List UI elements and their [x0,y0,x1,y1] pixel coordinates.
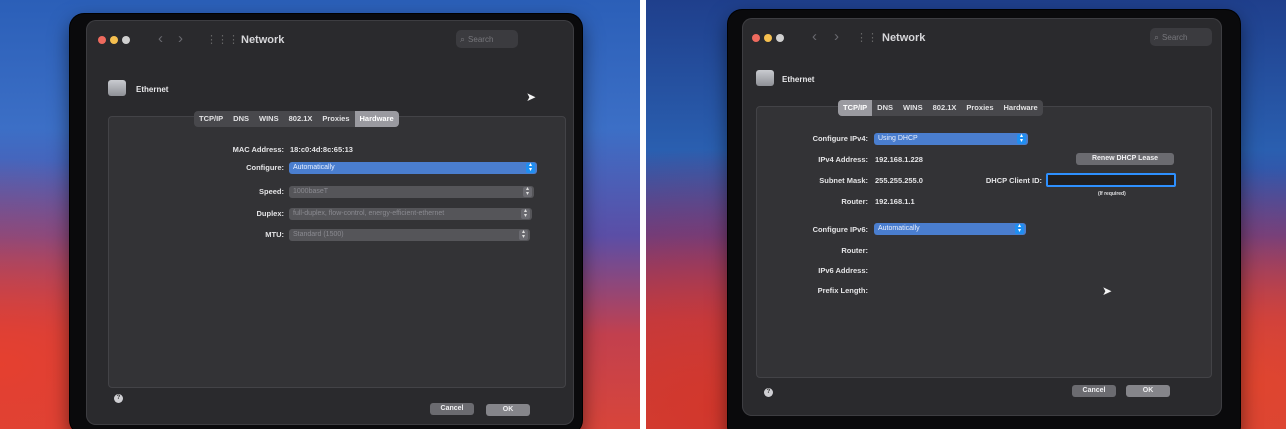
search-field[interactable]: ⌕ Search [456,30,518,48]
speed-select[interactable]: 1000baseT ▴ ▾ [289,186,534,198]
mac-address-label: MAC Address: [232,145,284,154]
duplex-value: full-duplex, flow-control, energy-effici… [293,210,445,217]
configure-label: Configure: [246,163,284,172]
tab-bar: TCP/IP DNS WINS 802.1X Proxies Hardware [838,100,1043,116]
router-label: Router: [841,197,868,206]
speed-value: 1000baseT [293,188,329,195]
settings-panel [756,106,1212,378]
mouse-pointer-icon: ➤ [1102,284,1113,298]
tab-hardware[interactable]: Hardware [999,100,1043,116]
tab-dns[interactable]: DNS [872,100,898,116]
tab-proxies[interactable]: Proxies [317,111,354,127]
back-arrow-icon[interactable]: ‹ [158,30,163,47]
search-placeholder: Search [468,35,494,44]
chevron-updown-icon: ▴ ▾ [526,162,535,173]
tab-tcpip[interactable]: TCP/IP [194,111,228,127]
zoom-window-button[interactable] [122,36,130,44]
right-photo: ‹ › ⋮⋮⋮ Network ⌕ Search Ethernet TCP/IP … [646,0,1286,429]
subnet-mask-label: Subnet Mask: [819,176,868,185]
speed-label: Speed: [258,187,284,196]
forward-arrow-icon[interactable]: › [178,30,183,47]
cancel-button[interactable]: Cancel [1072,385,1116,397]
chevron-updown-icon: ▴ ▾ [1017,133,1026,144]
titlebar: ‹ › ⋮⋮⋮ Network ⌕ Search [86,20,574,64]
chevron-updown-icon: ▴ ▾ [1015,223,1024,234]
duplex-select[interactable]: full-duplex, flow-control, energy-effici… [289,208,532,220]
titlebar: ‹ › ⋮⋮⋮ Network ⌕ Search [742,18,1222,62]
configure-ipv4-value: Using DHCP [878,135,918,142]
configure-ipv4-label: Configure IPv4: [812,134,868,143]
ethernet-icon [108,80,126,96]
tab-wins[interactable]: WINS [898,100,928,116]
tab-tcpip[interactable]: TCP/IP [838,100,873,116]
tab-8021x[interactable]: 802.1X [284,111,318,127]
configure-value: Automatically [293,164,335,171]
router-value: 192.168.1.1 [875,197,915,206]
search-icon: ⌕ [460,34,466,44]
configure-select[interactable]: Automatically ▴ ▾ [289,162,537,174]
minimize-window-button[interactable] [110,36,118,44]
mtu-select[interactable]: Standard (1500) ▴ ▾ [289,229,530,241]
show-all-grid-icon[interactable]: ⋮⋮⋮ [856,33,889,44]
help-button[interactable]: ? [114,394,123,403]
renew-dhcp-lease-button[interactable]: Renew DHCP Lease [1076,153,1174,165]
close-window-button[interactable] [752,34,760,42]
chevron-updown-icon: ▴ ▾ [521,208,530,219]
mouse-pointer-icon: ➤ [526,90,537,104]
prefix-length-label: Prefix Length: [817,286,868,295]
dhcp-client-id-field[interactable] [1046,173,1176,187]
configure-ipv6-value: Automatically [878,225,920,232]
show-all-grid-icon[interactable]: ⋮⋮⋮ [206,35,239,46]
zoom-window-button[interactable] [776,34,784,42]
search-field[interactable]: ⌕ Search [1150,28,1212,46]
mtu-label: MTU: [265,230,284,239]
chevron-updown-icon: ▴ ▾ [519,229,528,240]
ok-button[interactable]: OK [486,404,530,416]
help-button[interactable]: ? [764,388,773,397]
left-photo: ‹ › ⋮⋮⋮ Network ⌕ Search Ethernet ➤ TCP/I… [0,0,640,429]
tab-dns[interactable]: DNS [228,111,254,127]
back-arrow-icon[interactable]: ‹ [812,28,817,45]
cancel-button[interactable]: Cancel [430,403,474,415]
ok-button[interactable]: OK [1126,385,1170,397]
configure-ipv6-select[interactable]: Automatically ▴ ▾ [874,223,1026,235]
tab-bar: TCP/IP DNS WINS 802.1X Proxies Hardware [194,111,399,127]
window-title: Network [882,32,926,44]
configure-ipv4-select[interactable]: Using DHCP ▴ ▾ [874,133,1028,145]
if-required-hint: (If required) [1098,191,1126,197]
dhcp-client-id-label: DHCP Client ID: [985,176,1042,185]
search-placeholder: Search [1162,33,1188,42]
configure-ipv6-label: Configure IPv6: [812,225,868,234]
ethernet-icon [756,70,774,86]
router-v6-label: Router: [841,246,868,255]
minimize-window-button[interactable] [764,34,772,42]
mtu-value: Standard (1500) [293,231,344,238]
ipv6-address-label: IPv6 Address: [818,266,868,275]
tab-proxies[interactable]: Proxies [961,100,998,116]
close-window-button[interactable] [98,36,106,44]
tab-hardware[interactable]: Hardware [354,111,399,127]
network-window: ‹ › ⋮⋮⋮ Network ⌕ Search Ethernet ➤ TCP/I… [86,20,574,425]
ipv4-address-label: IPv4 Address: [818,155,868,164]
subnet-mask-value: 255.255.255.0 [875,176,923,185]
chevron-updown-icon: ▴ ▾ [523,186,532,197]
settings-panel [108,116,566,388]
tab-8021x[interactable]: 802.1X [928,100,962,116]
window-title: Network [241,34,285,46]
mac-address-value: 18:c0:4d:8c:65:13 [290,145,353,154]
ipv4-address-value: 192.168.1.228 [875,155,923,164]
tab-wins[interactable]: WINS [254,111,284,127]
interface-name: Ethernet [782,75,815,84]
forward-arrow-icon[interactable]: › [834,28,839,45]
network-window: ‹ › ⋮⋮⋮ Network ⌕ Search Ethernet TCP/IP … [742,18,1222,416]
interface-name: Ethernet [136,85,169,94]
duplex-label: Duplex: [256,209,284,218]
search-icon: ⌕ [1154,32,1160,42]
